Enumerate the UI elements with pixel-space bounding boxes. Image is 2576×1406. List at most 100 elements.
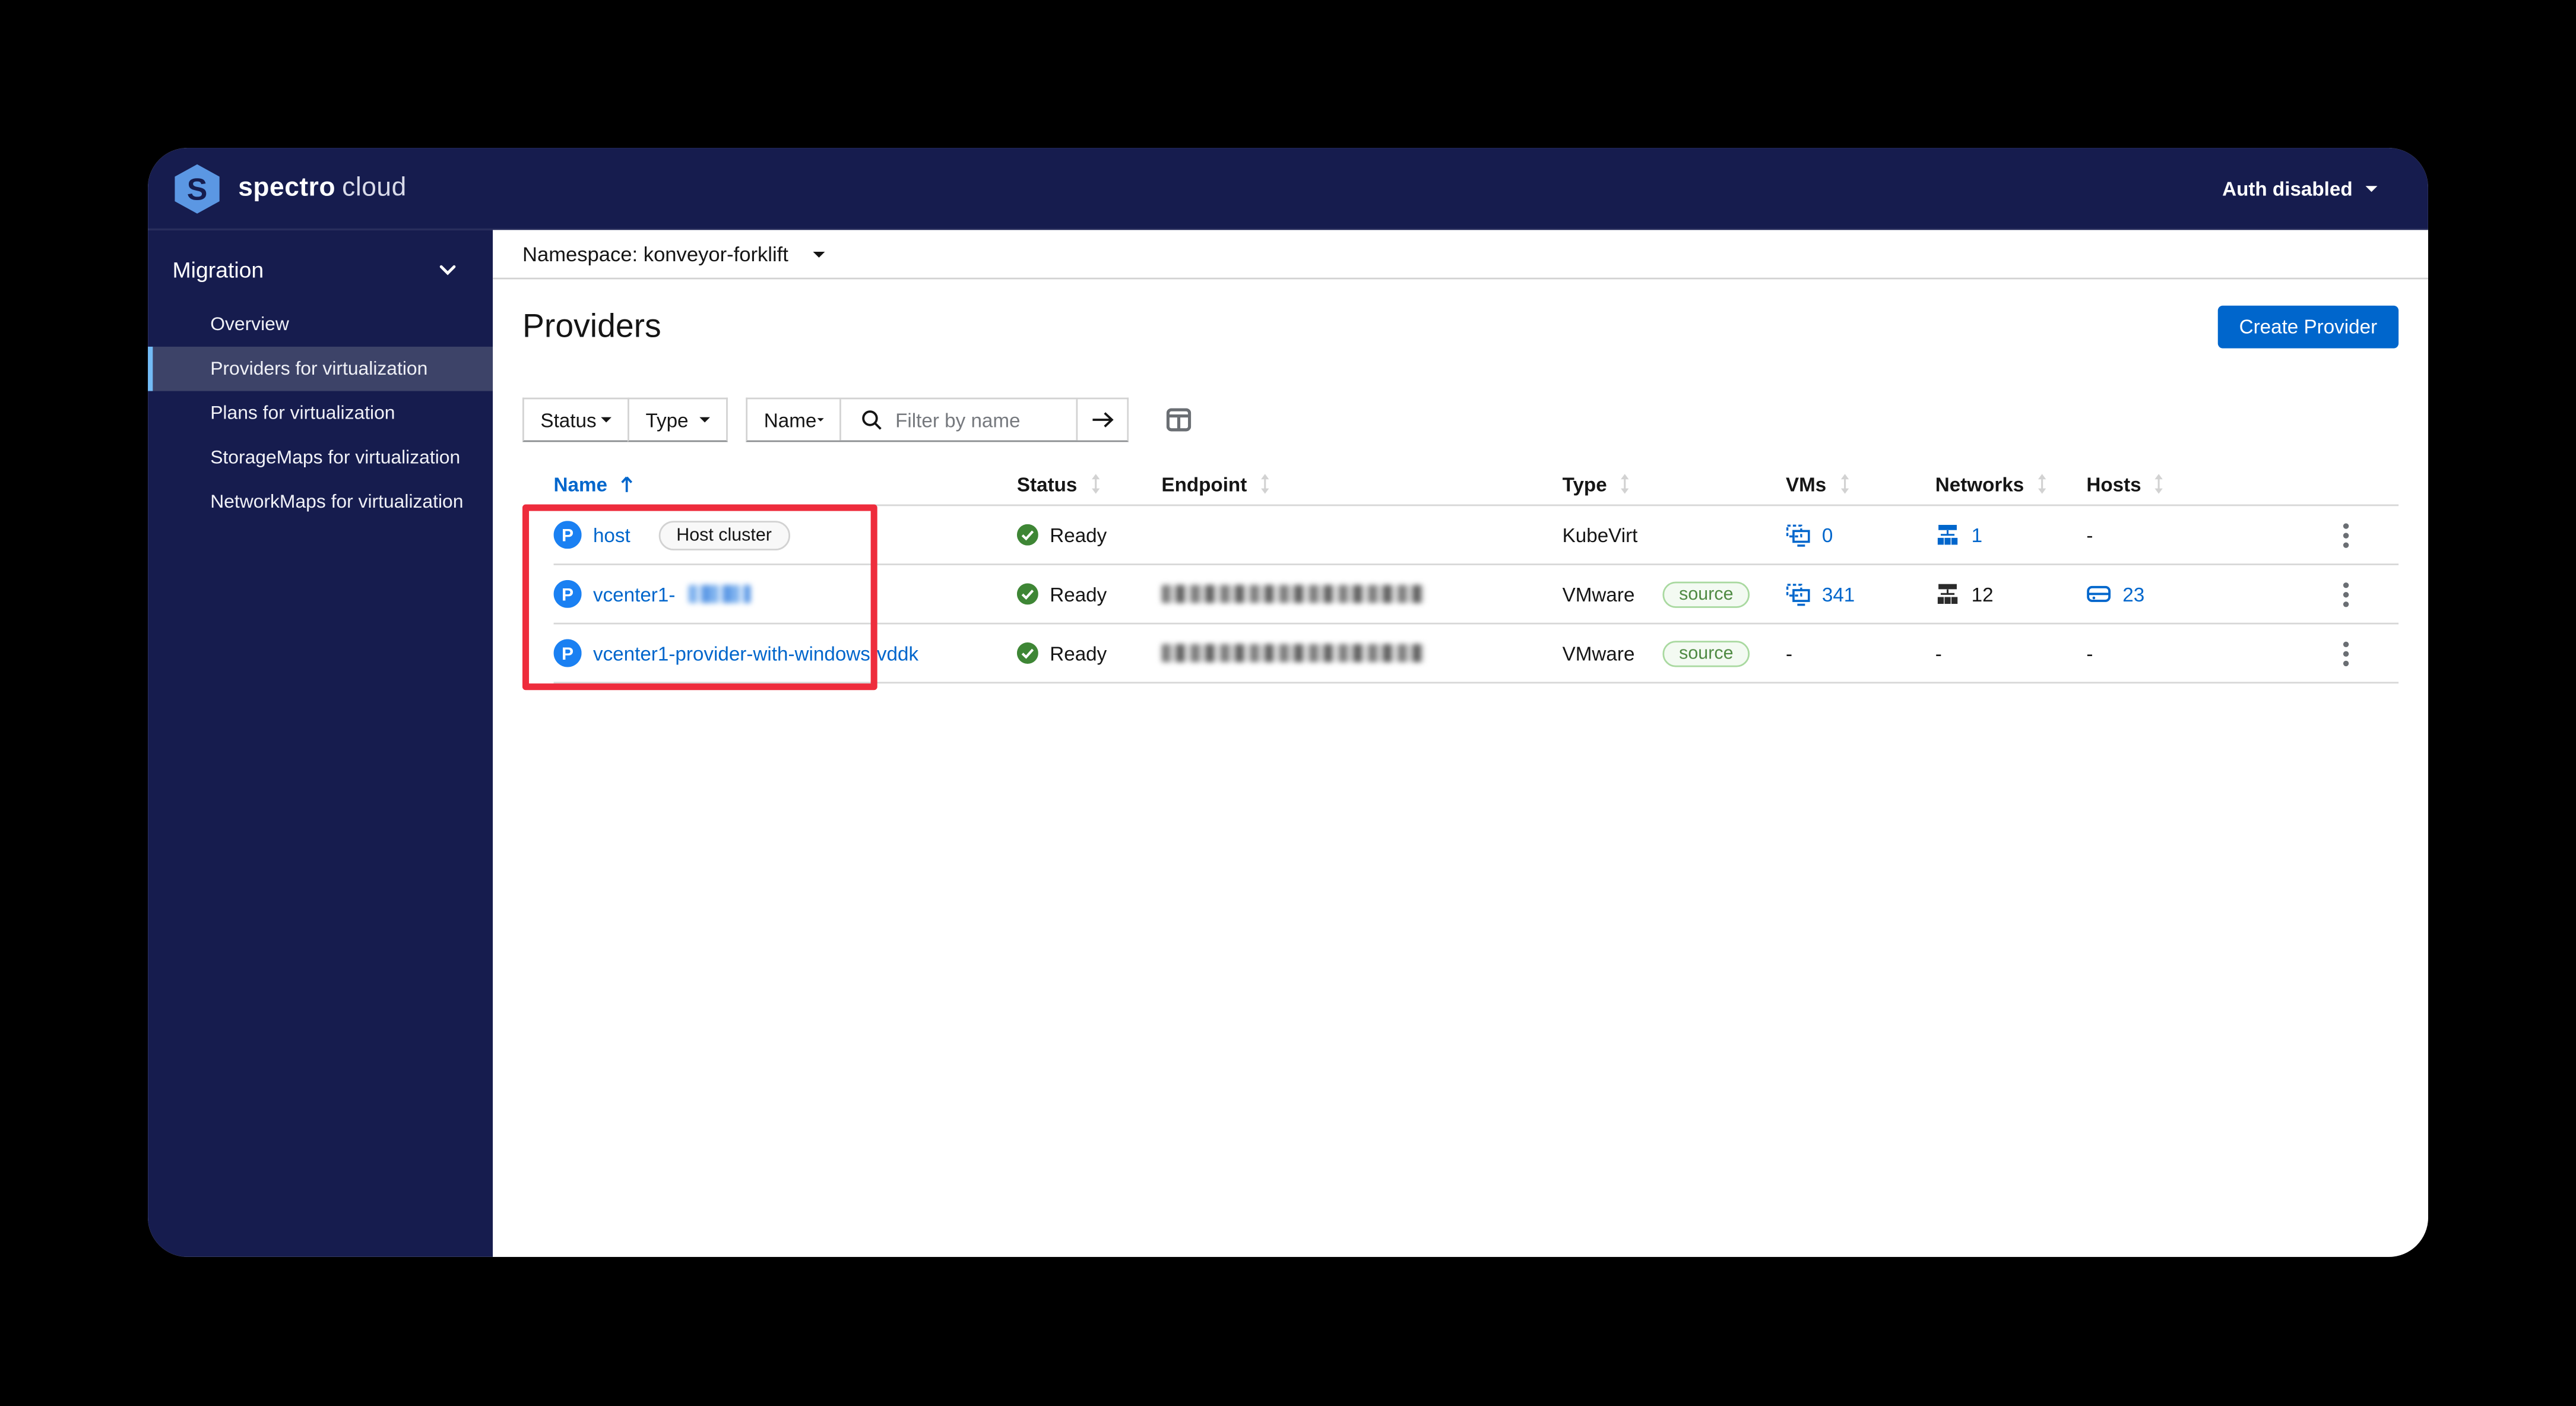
provider-name-link[interactable]: host — [593, 523, 630, 546]
auth-menu[interactable]: Auth disabled — [2222, 176, 2379, 200]
brand-primary: spectro — [238, 173, 336, 201]
name-filter-label: Name — [763, 408, 817, 432]
sidebar-item-networkmaps-for-virtualization[interactable]: NetworkMaps for virtualization — [148, 480, 493, 524]
provider-name-link[interactable]: vcenter1-provider-with-windows-vddk — [593, 642, 918, 665]
create-provider-button[interactable]: Create Provider — [2217, 305, 2399, 349]
type-filter-dropdown[interactable]: Type — [628, 397, 728, 442]
svg-text:S: S — [187, 171, 208, 205]
sidebar-item-overview[interactable]: Overview — [148, 302, 493, 347]
sort-icon[interactable] — [1259, 473, 1272, 495]
column-header-endpoint[interactable]: Endpoint — [1161, 472, 1562, 496]
networks-cell: 12 — [1935, 582, 2087, 606]
caret-down-icon — [601, 417, 611, 423]
provider-p-icon: P — [553, 639, 582, 667]
vms-cell: 0 — [1786, 523, 1935, 546]
app-window: S spectro cloud Auth disabled Migration O… — [148, 148, 2428, 1257]
status-text: Ready — [1050, 523, 1107, 547]
manage-columns-button[interactable] — [1166, 407, 1192, 432]
kebab-menu-icon — [2343, 522, 2349, 547]
column-header-label: Networks — [1935, 472, 2024, 496]
column-header-hosts[interactable]: Hosts — [2086, 472, 2398, 496]
ready-check-icon — [1016, 642, 1038, 664]
brand-secondary: cloud — [342, 173, 407, 201]
type-cell: KubeVirt — [1563, 523, 1786, 546]
top-navbar: S spectro cloud Auth disabled — [148, 148, 2428, 230]
networks-value: - — [1935, 641, 1942, 665]
column-header-status[interactable]: Status — [1016, 472, 1162, 496]
vms-cell: 341 — [1786, 582, 1935, 606]
type-filter-label: Type — [645, 408, 689, 432]
row-kebab-menu-button[interactable] — [2338, 635, 2355, 672]
redacted-name-suffix — [688, 585, 751, 603]
vms-value[interactable]: 0 — [1822, 523, 1833, 546]
auth-menu-label: Auth disabled — [2222, 176, 2353, 200]
row-kebab-menu-button[interactable] — [2338, 517, 2355, 553]
networks-value: 12 — [1971, 582, 1994, 606]
sidebar-section-migration[interactable]: Migration — [148, 250, 493, 289]
caret-down-icon — [2365, 185, 2378, 191]
sort-ascending-icon[interactable] — [619, 474, 633, 493]
caret-down-icon — [813, 251, 825, 257]
sort-icon[interactable] — [1838, 473, 1851, 495]
columns-icon — [1166, 408, 1192, 432]
vm-icon — [1786, 582, 1810, 605]
apply-filter-button[interactable] — [1076, 399, 1127, 441]
filter-by-name-input[interactable] — [895, 408, 1060, 432]
column-header-label: Name — [553, 472, 608, 496]
namespace-bar[interactable]: Namespace: konveyor-forklift — [493, 230, 2428, 280]
kebab-menu-icon — [2343, 641, 2349, 666]
svg-text:P: P — [562, 585, 573, 604]
endpoint-cell — [1161, 644, 1562, 663]
column-header-name[interactable]: Name — [553, 472, 1017, 496]
sidebar-item-plans-for-virtualization[interactable]: Plans for virtualization — [148, 391, 493, 436]
chevron-down-icon — [439, 264, 456, 275]
sort-icon[interactable] — [2036, 473, 2049, 495]
brand: S spectro cloud — [173, 162, 407, 215]
column-header-label: Type — [1562, 472, 1607, 496]
search-icon — [862, 410, 882, 430]
source-badge: source — [1662, 581, 1750, 607]
status-filter-dropdown[interactable]: Status — [522, 397, 629, 442]
svg-text:P: P — [562, 526, 573, 546]
name-cell: Pvcenter1-provider-with-windows-vddk — [553, 639, 1017, 667]
sort-icon[interactable] — [1618, 473, 1631, 495]
main-area: Namespace: konveyor-forklift Providers C… — [493, 230, 2428, 1257]
sort-icon[interactable] — [2153, 473, 2166, 495]
redacted-endpoint — [1161, 585, 1425, 603]
sidebar: Migration Overview Providers for virtuali… — [148, 230, 493, 1257]
search-field-wrap — [841, 399, 1076, 440]
column-header-networks[interactable]: Networks — [1935, 472, 2087, 496]
sidebar-item-storagemaps-for-virtualization[interactable]: StorageMaps for virtualization — [148, 435, 493, 480]
hosts-cell: 23 — [2086, 582, 2244, 606]
name-filter-dropdown[interactable]: Name — [747, 399, 841, 441]
row-actions-cell — [2244, 517, 2398, 553]
vms-cell: - — [1786, 642, 1935, 665]
window-body: Migration Overview Providers for virtuali… — [148, 230, 2428, 1257]
column-header-label: Endpoint — [1161, 472, 1247, 496]
page-content: Providers Create Provider Status Type Na… — [493, 305, 2428, 684]
column-header-vms[interactable]: VMs — [1786, 473, 1935, 495]
ready-check-icon — [1016, 524, 1038, 546]
networks-value[interactable]: 1 — [1972, 523, 1983, 546]
table-row: Pvcenter1-provider-with-windows-vddk Read… — [553, 625, 2399, 684]
row-kebab-menu-button[interactable] — [2338, 576, 2355, 612]
column-header-label: Hosts — [2086, 472, 2141, 496]
arrow-right-icon — [1092, 412, 1113, 428]
hosts-value[interactable]: 23 — [2122, 582, 2144, 606]
vms-value[interactable]: 341 — [1822, 582, 1855, 606]
table-header-row: Name Status Endpoint Type VMs Networks Hosts — [553, 463, 2399, 506]
vms-value: - — [1785, 641, 1793, 665]
sidebar-item-providers-for-virtualization[interactable]: Providers for virtualization — [148, 346, 493, 391]
column-header-label: Status — [1016, 472, 1078, 496]
hosts-cell: - — [2086, 642, 2244, 665]
hosts-cell: - — [2086, 523, 2244, 546]
page-title: Providers — [522, 308, 661, 344]
hosts-value: - — [2086, 523, 2093, 547]
column-header-type[interactable]: Type — [1562, 472, 1786, 496]
caret-down-icon — [699, 417, 710, 423]
sort-icon[interactable] — [1089, 473, 1102, 495]
networks-cell: 1 — [1935, 523, 2087, 546]
status-text: Ready — [1050, 582, 1107, 606]
provider-p-icon: P — [553, 521, 582, 549]
provider-name-link[interactable]: vcenter1- — [593, 582, 675, 606]
